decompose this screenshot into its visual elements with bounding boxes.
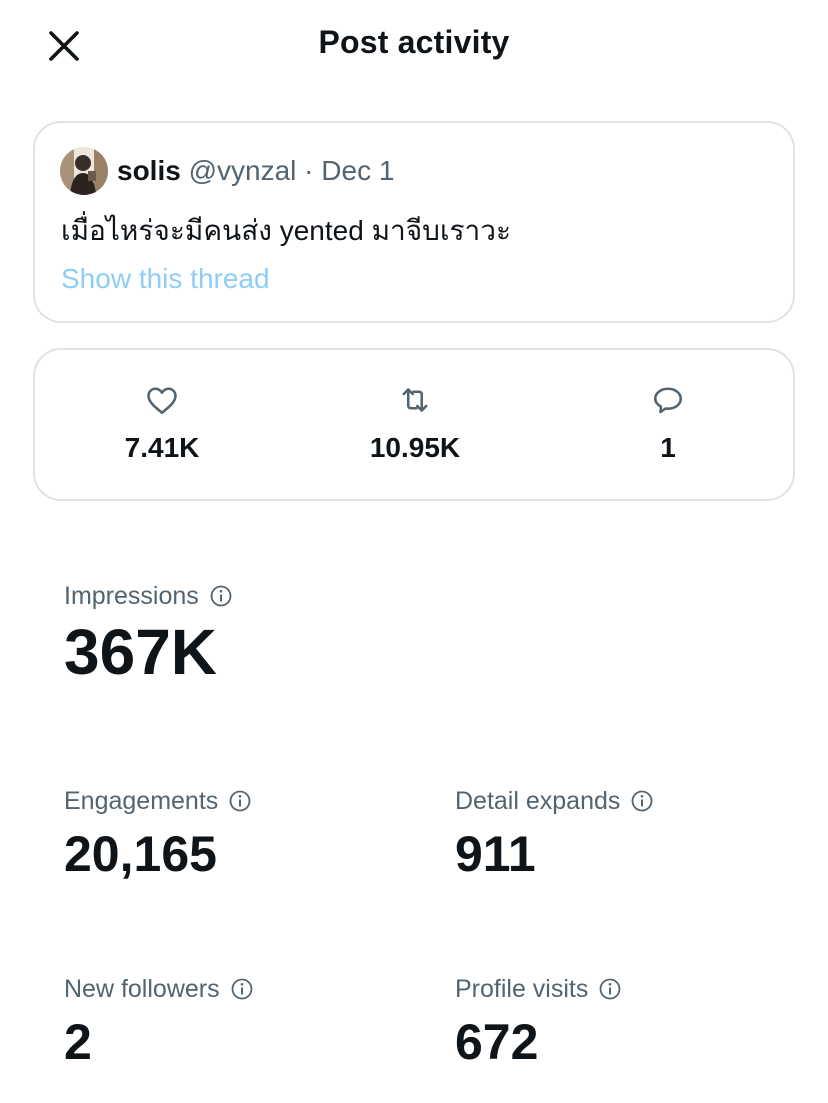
engagements-value: 20,165	[64, 826, 217, 882]
post-date: Dec 1	[321, 155, 395, 186]
post-card[interactable]: solis @vynzal · Dec 1 เมื่อไหร่จะมีคนส่ง…	[33, 121, 795, 323]
engagements-label-row: Engagements	[64, 785, 252, 817]
engagements-metric: Engagements 20,165	[64, 785, 252, 883]
info-icon[interactable]	[598, 977, 622, 1001]
profile-visits-label: Profile visits	[455, 975, 589, 1003]
likes-stat[interactable]: 7.41K	[52, 382, 272, 464]
new-followers-value: 2	[64, 1014, 92, 1070]
detail-expands-value: 911	[455, 826, 536, 882]
profile-visits-metric: Profile visits 672	[455, 973, 622, 1071]
impressions-label-row: Impressions	[64, 580, 233, 612]
detail-expands-label-row: Detail expands	[455, 785, 654, 817]
engagement-stats-card: 7.41K 10.95K 1	[33, 348, 795, 501]
reply-bubble-icon	[653, 387, 683, 414]
engagements-label: Engagements	[64, 787, 219, 815]
detail-expands-metric: Detail expands 911	[455, 785, 654, 883]
author-name[interactable]: solis	[117, 155, 181, 186]
avatar[interactable]	[60, 147, 108, 195]
avatar-image	[60, 147, 108, 195]
profile-visits-value: 672	[455, 1014, 539, 1070]
show-thread-link[interactable]: Show this thread	[61, 261, 270, 297]
post-meta: solis @vynzal · Dec 1	[117, 153, 394, 189]
heart-icon	[147, 387, 177, 415]
replies-count: 1	[660, 432, 676, 463]
detail-expands-label: Detail expands	[455, 787, 621, 815]
likes-count: 7.41K	[124, 432, 200, 463]
info-icon[interactable]	[228, 789, 252, 813]
author-handle[interactable]: @vynzal	[189, 155, 297, 186]
profile-visits-label-row: Profile visits	[455, 973, 622, 1005]
new-followers-metric: New followers 2	[64, 973, 254, 1071]
post-text: เมื่อไหร่จะมีคนส่ง yented มาจีบเราวะ	[61, 215, 512, 246]
page-title: Post activity	[318, 24, 510, 60]
impressions-value: 367K	[64, 616, 217, 688]
header: Post activity	[0, 0, 828, 90]
new-followers-label-row: New followers	[64, 973, 254, 1005]
info-icon[interactable]	[630, 789, 654, 813]
new-followers-label: New followers	[64, 975, 220, 1003]
info-icon[interactable]	[209, 584, 233, 608]
meta-separator: ·	[304, 155, 314, 186]
reposts-count: 10.95K	[369, 432, 461, 463]
repost-icon	[402, 388, 428, 412]
info-icon[interactable]	[230, 977, 254, 1001]
impressions-label: Impressions	[64, 582, 199, 610]
impressions-metric: Impressions 367K	[64, 580, 233, 688]
reposts-stat[interactable]: 10.95K	[305, 382, 525, 464]
post-activity-page: Post activity solis @vynzal · Dec 1 เมื่…	[0, 0, 828, 1103]
replies-stat[interactable]: 1	[558, 382, 778, 464]
